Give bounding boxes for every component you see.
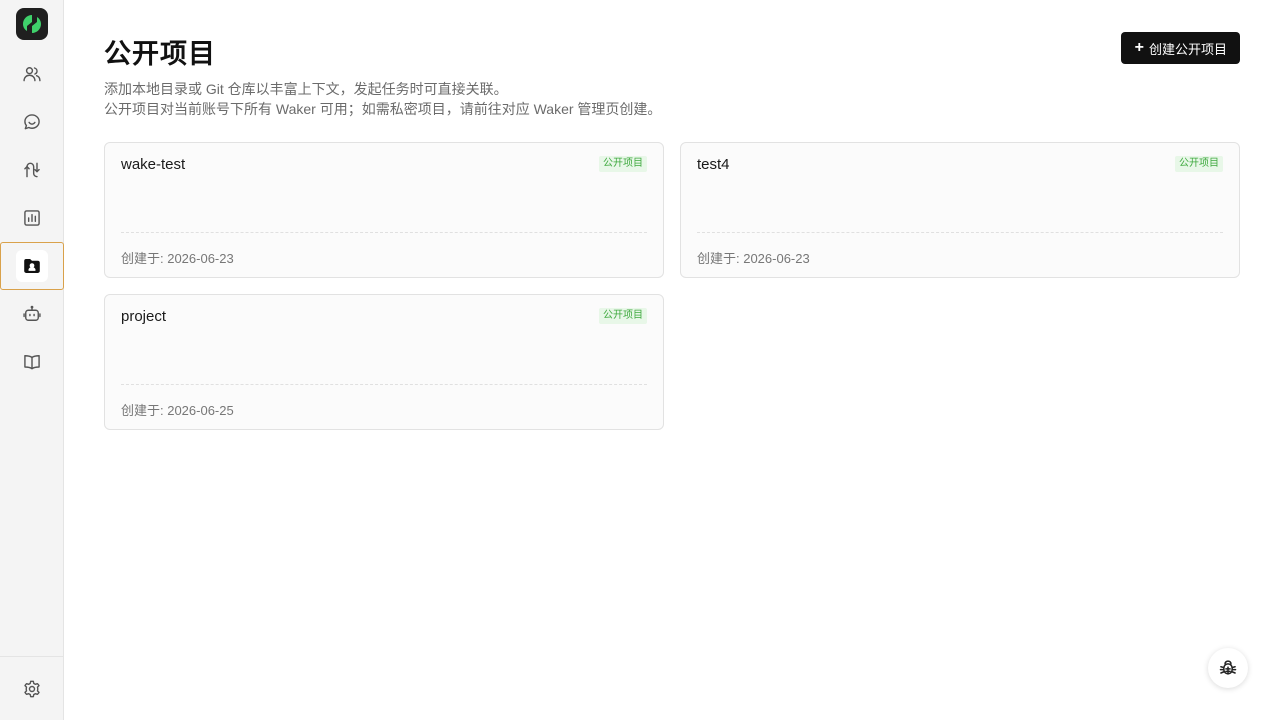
- sidebar-item-public-projects[interactable]: [0, 242, 64, 290]
- description-line-2: 公开项目对当前账号下所有 Waker 可用；如需私密项目，请前往对应 Waker…: [104, 101, 662, 117]
- create-button-label: 创建公开项目: [1148, 41, 1227, 57]
- folder-user-icon: [24, 259, 40, 273]
- robot-icon: [23, 305, 41, 321]
- app-logo[interactable]: [16, 8, 48, 40]
- project-name: project: [121, 308, 167, 325]
- book-icon: [24, 355, 40, 370]
- sidebar-item-chat[interactable]: [0, 98, 64, 146]
- sidebar-item-workflow[interactable]: [0, 146, 64, 194]
- project-name: wake-test: [121, 156, 186, 173]
- logo-icon: [23, 15, 41, 33]
- description-line-1: 添加本地目录或 Git 仓库以丰富上下文，发起任务时可直接关联。: [104, 81, 508, 97]
- project-card[interactable]: test4 公开项目 创建于: 2026-06-23: [680, 142, 1240, 278]
- project-name: test4: [697, 156, 730, 173]
- gear-icon: [24, 680, 40, 698]
- chat-icon: [24, 114, 40, 130]
- card-divider: [121, 384, 647, 385]
- project-card[interactable]: wake-test 公开项目 创建于: 2026-06-23: [104, 142, 664, 278]
- status-badge: 公开项目: [1175, 156, 1223, 172]
- sidebar-item-docs[interactable]: [0, 338, 64, 386]
- project-created-date: 创建于: 2026-06-23: [697, 251, 810, 266]
- page-title: 公开项目: [104, 39, 216, 69]
- bar-chart-icon: [24, 210, 40, 226]
- app-root: 公开项目 添加本地目录或 Git 仓库以丰富上下文，发起任务时可直接关联。 公开…: [0, 0, 1280, 720]
- create-public-project-button[interactable]: + 创建公开项目: [1120, 32, 1240, 64]
- project-created-date: 创建于: 2026-06-25: [121, 403, 234, 418]
- bug-icon: [1219, 660, 1237, 675]
- status-badge: 公开项目: [599, 156, 647, 172]
- debug-floating-button[interactable]: [1208, 648, 1248, 688]
- page-description: 添加本地目录或 Git 仓库以丰富上下文，发起任务时可直接关联。 公开项目对当前…: [104, 79, 661, 119]
- users-icon: [23, 67, 41, 82]
- plus-icon: +: [1134, 39, 1144, 56]
- card-divider: [121, 232, 647, 233]
- sidebar-divider: [0, 656, 63, 657]
- sidebar-item-users[interactable]: [0, 50, 64, 98]
- project-card[interactable]: project 公开项目 创建于: 2026-06-25: [104, 294, 664, 430]
- card-divider: [697, 232, 1223, 233]
- sidebar-item-analytics[interactable]: [0, 194, 64, 242]
- active-icon-wrapper: [16, 250, 48, 282]
- sidebar: [0, 0, 64, 720]
- route-icon: [24, 162, 40, 178]
- sidebar-item-settings[interactable]: [0, 665, 64, 713]
- main-content: 公开项目 添加本地目录或 Git 仓库以丰富上下文，发起任务时可直接关联。 公开…: [64, 0, 1280, 720]
- sidebar-item-bots[interactable]: [0, 290, 64, 338]
- project-created-date: 创建于: 2026-06-23: [121, 251, 234, 266]
- status-badge: 公开项目: [599, 308, 647, 324]
